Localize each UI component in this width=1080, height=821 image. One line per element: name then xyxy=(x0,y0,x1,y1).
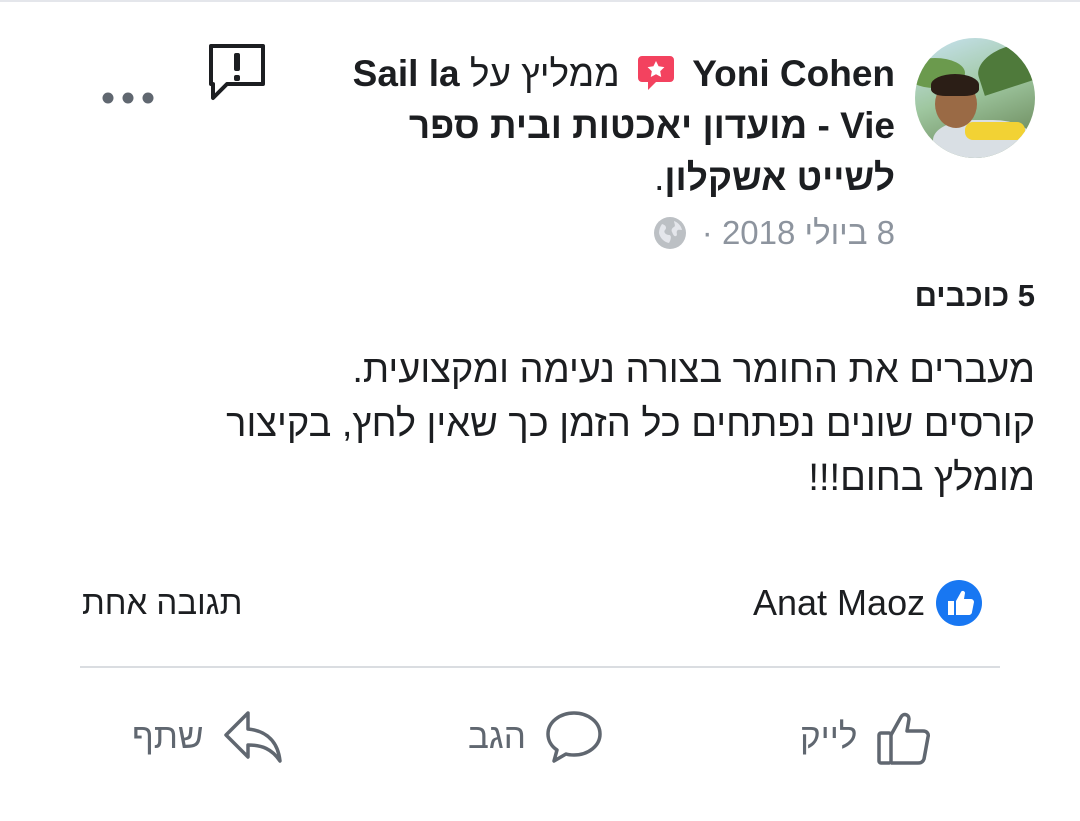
author-avatar[interactable] xyxy=(915,38,1035,158)
comment-label: הגב xyxy=(468,717,526,756)
more-options-icon[interactable] xyxy=(100,86,156,110)
share-button[interactable]: שתף xyxy=(132,702,286,772)
actions-divider xyxy=(80,666,1000,668)
post-date[interactable]: 8 ביולי 2018 xyxy=(722,214,895,251)
like-label: לייק xyxy=(800,717,858,756)
comments-count[interactable]: תגובה אחת xyxy=(82,578,242,628)
thumbs-up-icon xyxy=(877,712,931,765)
globe-icon xyxy=(653,217,686,249)
author-name[interactable]: Yoni Cohen xyxy=(692,53,895,94)
comment-bubble-icon xyxy=(546,711,602,763)
top-divider xyxy=(0,0,1080,2)
report-icon[interactable] xyxy=(205,40,269,104)
comment-button[interactable]: הגב xyxy=(468,702,606,772)
reactions-summary[interactable]: Anat Maoz xyxy=(753,578,983,628)
post-header-title: Yoni Cohen ממליץ על Sail la Vie - מועדון… xyxy=(305,48,895,204)
post-meta: 8 ביולי 2018 · xyxy=(630,210,895,256)
like-badge-icon xyxy=(936,580,983,626)
recommend-icon xyxy=(637,56,674,90)
liker-name[interactable]: Anat Maoz xyxy=(753,582,925,624)
share-arrow-icon xyxy=(223,711,282,763)
recommends-text: ממליץ על xyxy=(469,53,620,94)
rating-label: 5 כוכבים xyxy=(914,278,1035,313)
share-label: שתף xyxy=(132,717,204,756)
like-button[interactable]: לייק xyxy=(800,702,937,772)
post-body: מעברים את החומר בצורה נעימה ומקצועית. קו… xyxy=(226,349,1035,499)
title-period: . xyxy=(654,157,665,198)
meta-separator: · xyxy=(701,214,713,251)
